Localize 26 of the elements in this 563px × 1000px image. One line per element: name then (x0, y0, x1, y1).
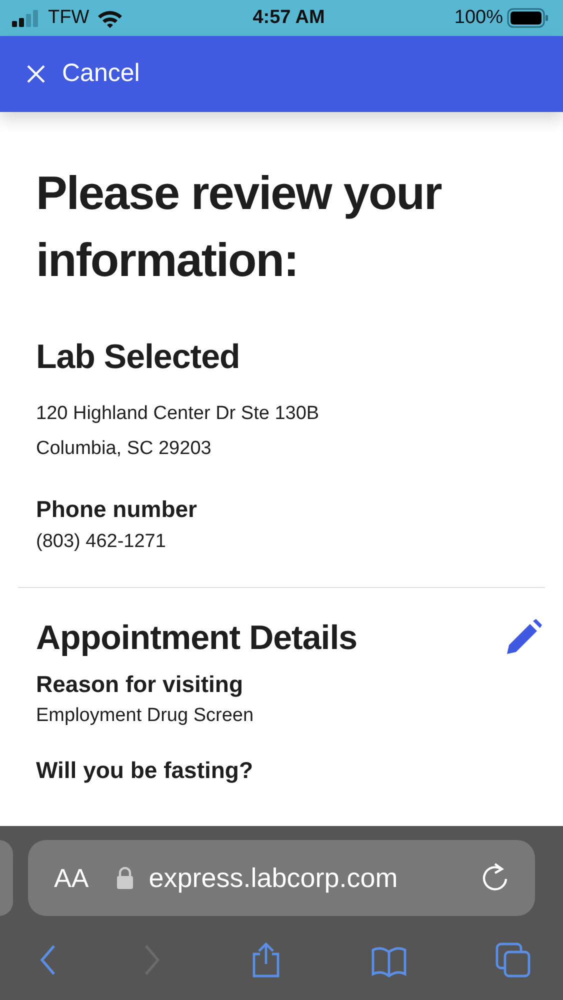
wifi-icon (97, 8, 124, 28)
field-label: Phone number (36, 496, 198, 524)
lab-address: 120 Highland Center Dr Ste 130B Columbia, SC 29203 (36, 402, 320, 462)
page-title: Please review your information: (36, 165, 443, 288)
signal-icon (12, 10, 40, 26)
lock-icon (116, 867, 133, 889)
text-size-button[interactable]: AA (54, 858, 89, 898)
battery-icon (506, 8, 549, 28)
url-text: express.labcorp.com (148, 862, 399, 895)
close-icon (26, 64, 46, 84)
battery-percent: 100% (454, 6, 503, 30)
tabs-button[interactable] (495, 942, 531, 978)
back-button[interactable] (40, 944, 56, 976)
section-heading: Lab Selected (36, 337, 241, 378)
section-heading: Appointment Details (36, 618, 358, 659)
address-bar[interactable]: AA express.labcorp.com (28, 840, 535, 916)
field-label: Will you be fasting? (36, 757, 254, 785)
tabs-icon (495, 942, 531, 978)
field-label: Reason for visiting (36, 670, 244, 698)
carrier-name: TFW (48, 6, 90, 30)
cancel-button[interactable]: Cancel (26, 55, 140, 93)
chevron-left-icon (40, 944, 56, 976)
clock-time: 4:57 AM (252, 6, 325, 30)
reload-icon[interactable] (481, 863, 509, 893)
phone-number: (803) 462-1271 (36, 530, 167, 554)
field-value: Employment Drug Screen (36, 704, 255, 728)
